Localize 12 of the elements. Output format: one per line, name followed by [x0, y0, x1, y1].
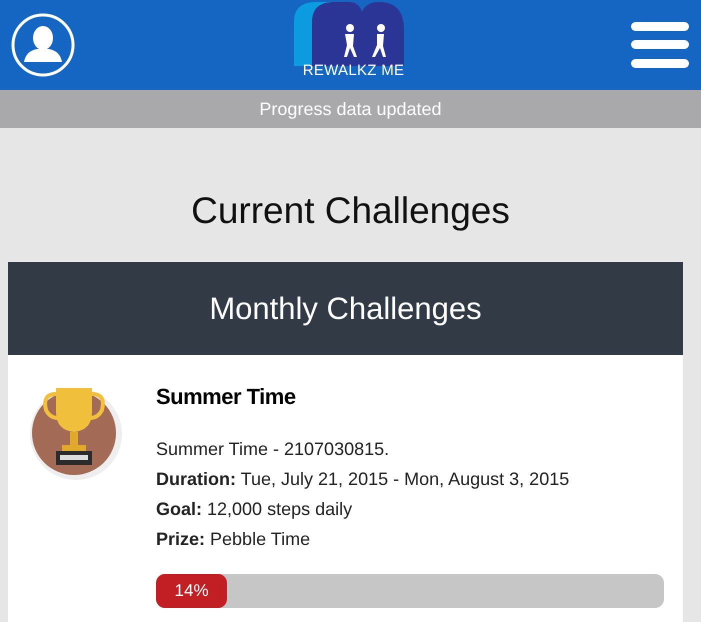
profile-icon[interactable]	[10, 12, 76, 78]
page-title: Current Challenges	[190, 190, 511, 233]
challenge-description: Summer Time - 2107030815.	[156, 438, 390, 461]
logo-text: REWALKZ ME	[302, 62, 404, 79]
challenge-detail: Goal: 12,000 steps daily	[156, 498, 354, 521]
challenge-detail: Duration: Tue, July 21, 2015 - Mon, August 3, 2015	[156, 468, 570, 491]
notice-text: Progress data updated	[259, 98, 442, 120]
progress-reading: 14%	[174, 581, 209, 601]
challenge-name: Summer Time	[156, 384, 297, 410]
challenge-detail: Prize: Pebble Time	[156, 528, 312, 551]
menu-icon[interactable]	[631, 22, 689, 68]
section-title: Monthly Challenges	[209, 290, 482, 326]
